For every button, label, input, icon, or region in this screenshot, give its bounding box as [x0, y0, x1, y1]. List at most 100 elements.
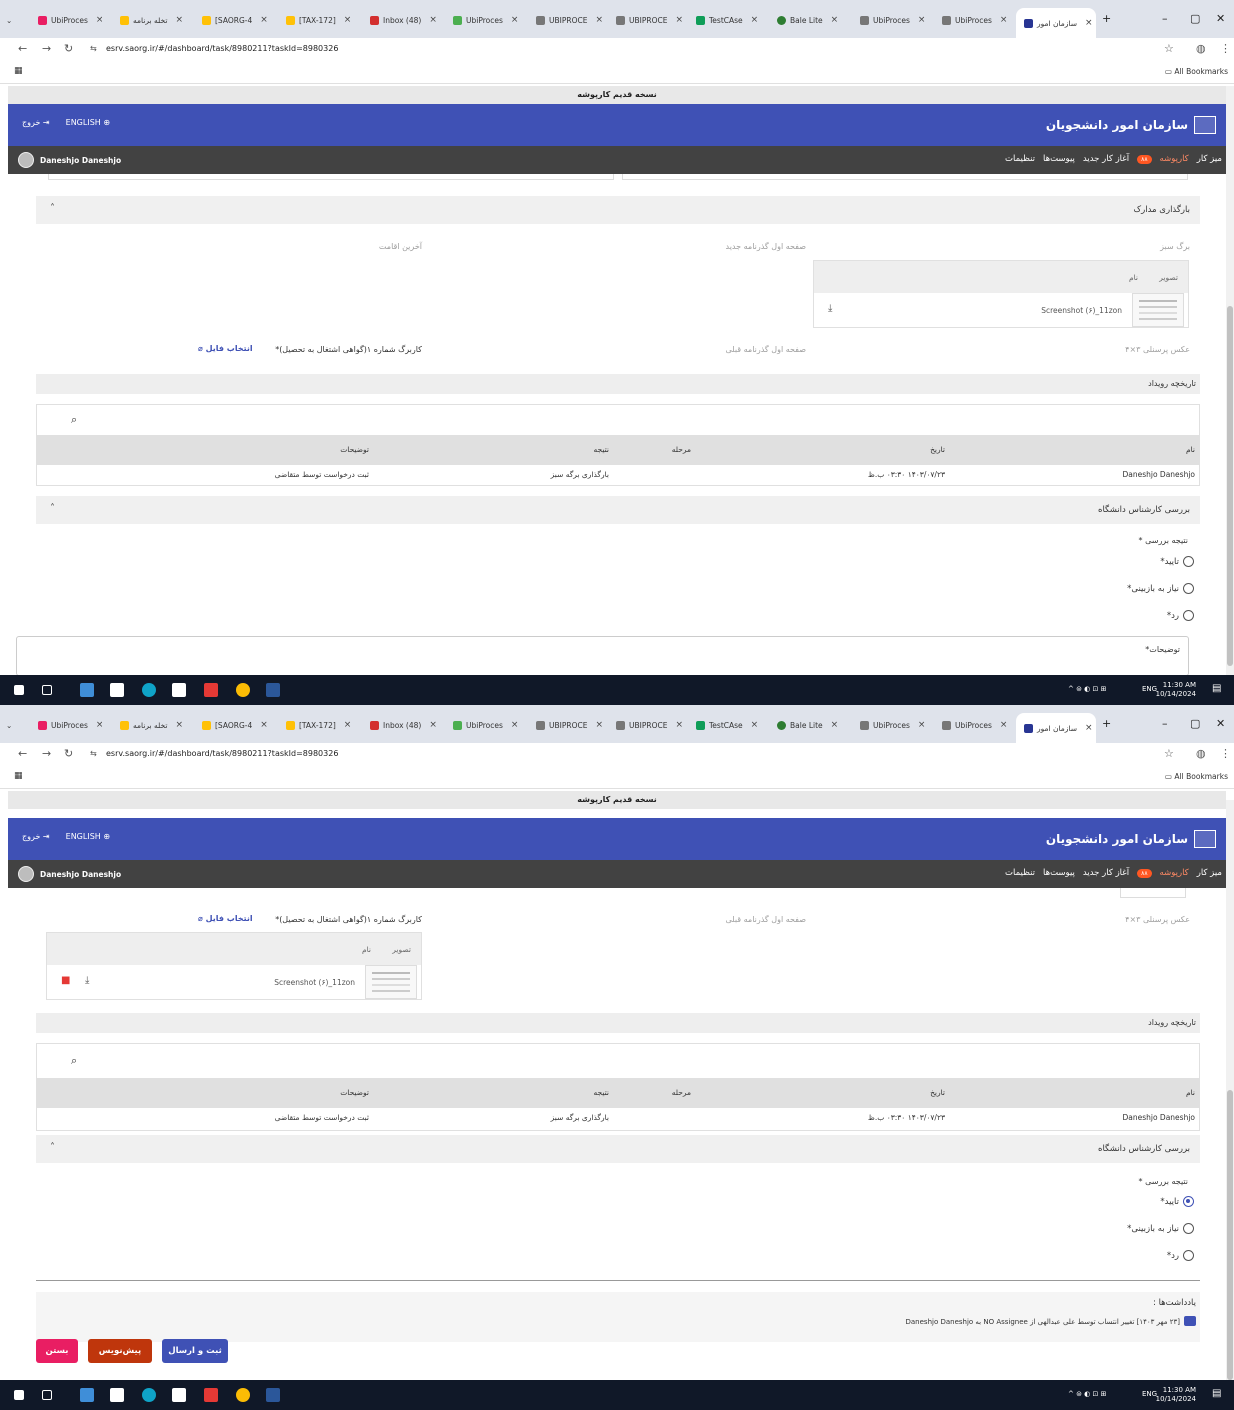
browser-tab[interactable]: UBIPROCE × — [616, 12, 688, 28]
url-field[interactable]: esrv.saorg.ir/#/dashboard/task/8980211?t… — [106, 44, 338, 53]
apps-grid-icon[interactable]: ▦ — [14, 771, 23, 781]
close-icon[interactable]: × — [595, 720, 603, 730]
scroll-thumb[interactable] — [1227, 306, 1233, 666]
old-version-banner[interactable]: نسخه قدیم کارپوشه — [8, 86, 1226, 104]
radio-icon[interactable] — [1183, 583, 1194, 594]
radio-icon[interactable] — [1183, 610, 1194, 621]
browser-tab[interactable]: TestCAse × — [696, 12, 766, 28]
close-icon[interactable]: × — [344, 720, 352, 730]
browser-tab[interactable]: تخله برنامه × — [120, 12, 186, 28]
site-info-icon[interactable]: ⇆ — [90, 44, 97, 53]
submit-button[interactable]: ثبت و ارسال — [162, 1339, 228, 1363]
review-panel-header[interactable]: بررسی کارشناس دانشگاه ˄ — [36, 1135, 1200, 1163]
mail-icon[interactable] — [172, 1388, 186, 1402]
chevron-up-icon[interactable]: ˄ — [50, 203, 55, 214]
browser-tab[interactable]: [TAX-172] × — [286, 12, 352, 28]
browser-tab[interactable]: UbiProces × — [453, 717, 525, 733]
choose-file-button[interactable]: ⌀ انتخاب فایل — [198, 344, 253, 353]
tab-list-button[interactable]: ⌄ — [6, 12, 12, 28]
close-icon[interactable]: × — [511, 720, 519, 730]
nav-item-desk[interactable]: میز کار — [1197, 868, 1222, 878]
logout-link[interactable]: خروج ⇥ — [22, 832, 50, 841]
tab-list-button[interactable]: ⌄ — [6, 717, 12, 733]
docs-panel-header[interactable]: بارگذاری مدارک ˄ — [36, 196, 1200, 224]
nav-item-new-task[interactable]: آغاز کار جدید — [1083, 154, 1129, 164]
window-close-icon[interactable]: ✕ — [1216, 717, 1225, 730]
forward-icon[interactable]: → — [42, 747, 51, 760]
browser-tab[interactable]: UbiProces × — [38, 717, 102, 733]
nav-item-attachments[interactable]: پیوست‌ها — [1043, 868, 1075, 878]
radio-icon-selected[interactable] — [1183, 1196, 1194, 1207]
radio-reject[interactable]: رد* — [1167, 1250, 1194, 1261]
clock[interactable]: 11:30 AM 10/14/2024 — [1156, 1386, 1196, 1404]
close-icon[interactable]: × — [675, 720, 683, 730]
notification-icon[interactable]: ▤ — [1212, 683, 1221, 694]
browser-tab[interactable]: [SAORG-4 × — [202, 717, 268, 733]
close-icon[interactable]: × — [751, 15, 759, 25]
close-button[interactable]: بستن — [36, 1339, 78, 1363]
radio-approve[interactable]: تایید* — [1160, 556, 1194, 567]
back-icon[interactable]: ← — [18, 747, 27, 760]
window-close-icon[interactable]: ✕ — [1216, 12, 1225, 25]
nav-item-settings[interactable]: تنظیمات — [1005, 154, 1035, 164]
close-icon[interactable]: × — [260, 15, 268, 25]
history-search[interactable]: ⌕ — [37, 405, 1199, 435]
task-view-icon[interactable] — [42, 685, 52, 695]
browser-tab[interactable]: UBIPROCE × — [616, 717, 688, 733]
profile-icon[interactable]: ◍ — [1196, 42, 1206, 55]
mail-icon[interactable] — [172, 683, 186, 697]
close-icon[interactable]: × — [175, 15, 183, 25]
close-icon[interactable]: × — [831, 720, 839, 730]
notification-icon[interactable]: ▤ — [1212, 1388, 1221, 1399]
chevron-up-icon[interactable]: ˄ — [50, 503, 55, 514]
file-thumbnail[interactable] — [1132, 293, 1184, 327]
close-icon[interactable]: × — [1000, 15, 1008, 25]
menu-dots-icon[interactable]: ⋮ — [1220, 42, 1231, 55]
nav-item-inbox[interactable]: کارپوشه — [1160, 154, 1189, 164]
page-scrollbar[interactable] — [1226, 86, 1234, 676]
forward-icon[interactable]: → — [42, 42, 51, 55]
user-menu[interactable]: Daneshjo Daneshjo — [18, 152, 121, 168]
site-info-icon[interactable]: ⇆ — [90, 749, 97, 758]
radio-icon[interactable] — [1183, 1250, 1194, 1261]
reload-icon[interactable]: ↻ — [64, 42, 73, 55]
minimize-icon[interactable]: – — [1162, 12, 1168, 25]
choose-file-button[interactable]: ⌀ انتخاب فایل — [198, 914, 253, 923]
input-partial[interactable] — [622, 174, 1188, 180]
new-tab-button[interactable]: + — [1102, 12, 1111, 25]
nav-item-settings[interactable]: تنظیمات — [1005, 868, 1035, 878]
user-menu[interactable]: Daneshjo Daneshjo — [18, 866, 121, 882]
store-icon[interactable] — [110, 683, 124, 697]
pdf-icon[interactable] — [204, 1388, 218, 1402]
search-icon[interactable]: ⌕ — [71, 413, 77, 427]
radio-reject[interactable]: رد* — [1167, 610, 1194, 621]
browser-tab[interactable]: تخله برنامه × — [120, 717, 186, 733]
close-icon[interactable]: × — [1085, 18, 1093, 28]
browser-tab[interactable]: TestCAse × — [696, 717, 766, 733]
file-thumbnail[interactable] — [365, 965, 417, 999]
browser-tab-active[interactable]: سازمان امور × — [1016, 713, 1096, 743]
download-icon[interactable]: ⤓ — [85, 975, 89, 986]
chrome-icon[interactable] — [236, 1388, 250, 1402]
windows-start-icon[interactable] — [14, 685, 24, 695]
minimize-icon[interactable]: – — [1162, 717, 1168, 730]
close-icon[interactable]: × — [918, 15, 926, 25]
tray-icons[interactable]: ^ ⊜ ◐ ⊡ ⊞ — [1068, 1390, 1106, 1398]
old-version-banner[interactable]: نسخه قدیم کارپوشه — [8, 791, 1226, 809]
store-icon[interactable] — [110, 1388, 124, 1402]
page-scrollbar[interactable] — [1226, 800, 1234, 1385]
browser-tab-active[interactable]: سازمان امور × — [1016, 8, 1096, 38]
clock[interactable]: 11:30 AM 10/14/2024 — [1156, 681, 1196, 699]
search-icon[interactable]: ⌕ — [71, 1054, 77, 1068]
pdf-icon[interactable] — [204, 683, 218, 697]
close-icon[interactable]: × — [175, 720, 183, 730]
nav-item-inbox[interactable]: کارپوشه — [1160, 868, 1189, 878]
radio-icon[interactable] — [1183, 556, 1194, 567]
review-panel-header[interactable]: بررسی کارشناس دانشگاه ˄ — [36, 496, 1200, 524]
close-icon[interactable]: × — [831, 15, 839, 25]
radio-needs-review[interactable]: نیاز به بازبینی* — [1127, 583, 1194, 594]
download-icon[interactable]: ⤓ — [828, 303, 832, 314]
close-icon[interactable]: × — [260, 720, 268, 730]
nav-item-desk[interactable]: میز کار — [1197, 154, 1222, 164]
delete-icon[interactable]: ■ — [61, 975, 70, 986]
